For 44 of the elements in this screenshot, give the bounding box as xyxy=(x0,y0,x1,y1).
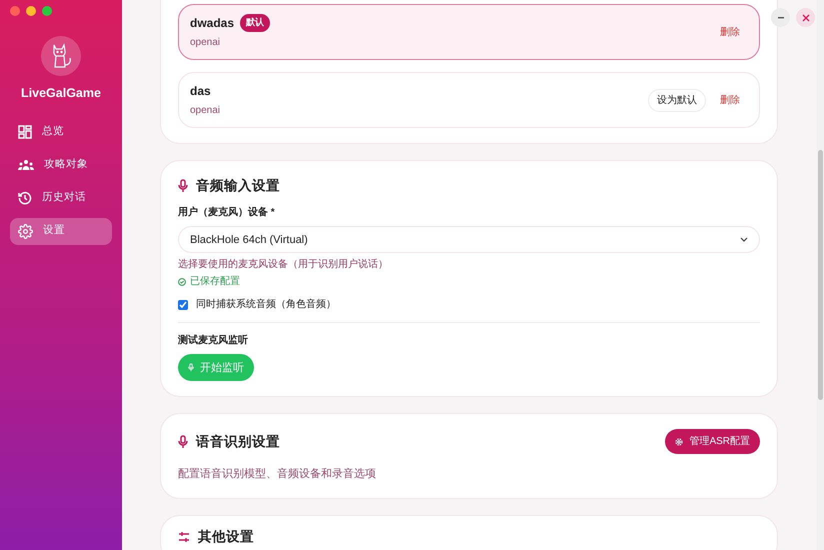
config-item[interactable]: das openai 设为默认 删除 xyxy=(178,72,760,128)
check-circle-icon xyxy=(178,278,186,286)
checkbox-label: 同时捕获系统音频（角色音频） xyxy=(196,298,336,312)
settings-icon xyxy=(675,438,684,446)
minimize-button[interactable] xyxy=(771,8,790,27)
delete-link[interactable]: 删除 xyxy=(720,92,740,108)
device-select[interactable]: BlackHole 64ch (Virtual) xyxy=(178,226,760,254)
field-label: 测试麦克风监听 xyxy=(178,334,249,348)
history-icon xyxy=(18,191,32,206)
field-label: 用户（麦克风）设备 * xyxy=(178,205,276,220)
provider-label: openai xyxy=(190,36,222,50)
microphone-icon xyxy=(178,434,188,449)
set-default-button[interactable]: 设为默认 xyxy=(648,88,706,112)
sidebar-item[interactable]: 历史对话 xyxy=(10,184,112,212)
delete-link[interactable]: 删除 xyxy=(720,24,740,40)
microphone-icon xyxy=(188,363,194,372)
chevron-down-icon xyxy=(740,237,748,242)
section-title: 语音识别设置 xyxy=(196,432,280,451)
config-name: dwadas xyxy=(190,15,234,32)
config-name: das xyxy=(190,83,211,100)
microphone-icon xyxy=(178,179,188,194)
scrollbar-thumb[interactable] xyxy=(818,150,823,400)
sidebar-item[interactable]: 攻略对象 xyxy=(10,152,112,179)
close-button[interactable] xyxy=(796,8,815,27)
section-title: 音频输入设置 xyxy=(196,177,280,195)
manage-asr-button[interactable]: 管理ASR配置 xyxy=(665,429,760,454)
grid-icon xyxy=(18,125,32,140)
checkbox[interactable] xyxy=(178,300,188,310)
saved-status: 已保存配置 xyxy=(190,274,240,290)
default-badge: 默认 xyxy=(240,14,270,32)
sidebar-item[interactable]: 设置 xyxy=(10,218,112,245)
helper-text: 选择要使用的麦克风设备（用于识别用户说话） xyxy=(178,258,389,272)
people-icon xyxy=(18,159,34,172)
minus-icon xyxy=(778,16,784,18)
section-title: 其他设置 xyxy=(198,528,254,546)
sliders-icon xyxy=(178,530,190,543)
config-item[interactable]: dwadas 默认 openai 删除 xyxy=(178,4,760,60)
cat-logo-icon xyxy=(41,36,81,76)
provider-label: openai xyxy=(190,104,222,118)
sidebar-item[interactable]: 总览 xyxy=(10,118,112,146)
close-icon xyxy=(802,14,810,22)
section-description: 配置语音识别模型、音频设备和录音选项 xyxy=(178,466,377,482)
app-name: LiveGalGame xyxy=(20,85,102,102)
settings-icon xyxy=(18,224,33,239)
